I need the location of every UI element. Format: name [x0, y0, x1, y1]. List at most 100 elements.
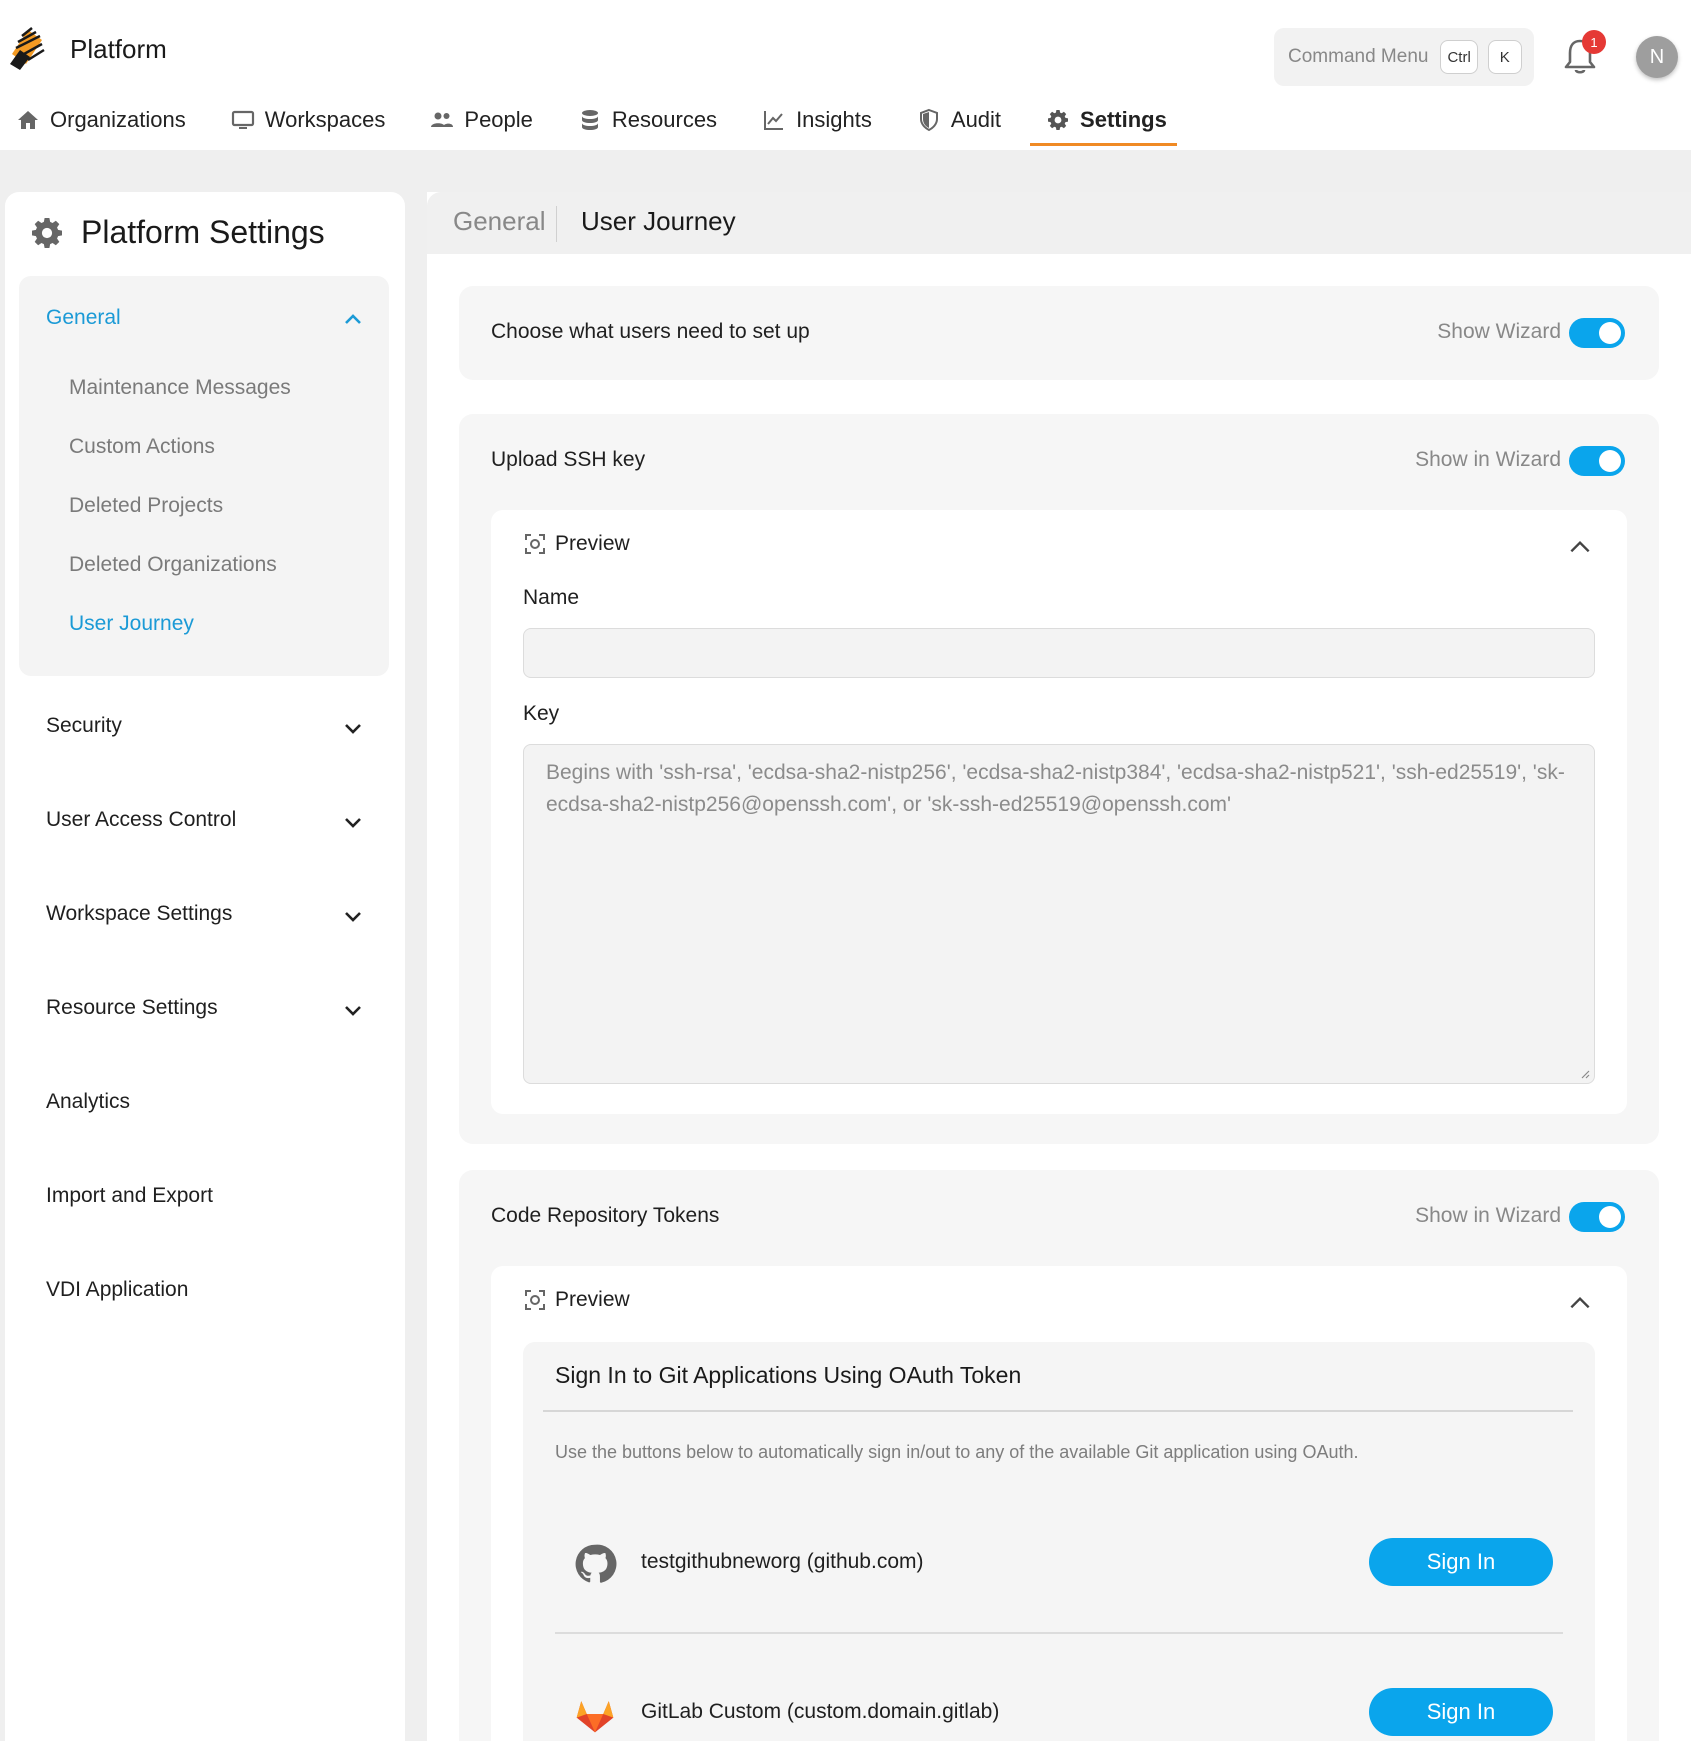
nav-label: Workspaces — [264, 107, 386, 132]
chevron-up-icon[interactable] — [1567, 1290, 1593, 1316]
nav-label: Organizations — [50, 107, 186, 132]
nav-item-insights[interactable]: Insights — [746, 98, 882, 142]
preview-label: Preview — [555, 1288, 630, 1311]
platform-logo-icon[interactable] — [6, 24, 48, 72]
monitor-icon — [231, 110, 254, 129]
setup-card: Choose what users need to set up Show Wi… — [459, 286, 1659, 380]
sidebar-item-deleted-projects[interactable]: Deleted Projects — [69, 494, 223, 518]
shortcut-key-ctrl: Ctrl — [1440, 40, 1478, 74]
sidebar-title: Platform Settings — [29, 214, 325, 251]
sidebar-item-resource-settings[interactable]: Resource Settings — [46, 996, 218, 1020]
chevron-up-icon[interactable] — [341, 308, 365, 332]
ssh-preview-header[interactable]: Preview — [523, 532, 630, 556]
tab-divider — [556, 206, 557, 242]
chevron-down-icon[interactable] — [341, 810, 365, 834]
sidebar-item-maintenance-messages[interactable]: Maintenance Messages — [69, 376, 291, 400]
git-provider-row: testgithubneworg (github.com) Sign In — [555, 1532, 1565, 1592]
ssh-preview-panel: Preview Name Key Begins with 'ssh-rsa', … — [491, 510, 1627, 1114]
nav-item-workspaces[interactable]: Workspaces — [215, 98, 396, 142]
sidebar-item-analytics[interactable]: Analytics — [46, 1090, 130, 1114]
sidebar-item-workspace-settings[interactable]: Workspace Settings — [46, 902, 232, 926]
nav-label: Resources — [611, 107, 718, 132]
github-sign-in-button[interactable]: Sign In — [1369, 1538, 1553, 1586]
notification-count-badge: 1 — [1582, 30, 1606, 54]
people-icon — [431, 112, 454, 127]
shortcut-key-k: K — [1487, 40, 1522, 74]
chevron-down-icon[interactable] — [341, 904, 365, 928]
user-avatar[interactable]: N — [1636, 36, 1678, 78]
show-wizard-toggle[interactable] — [1569, 318, 1625, 348]
sidebar-item-custom-actions[interactable]: Custom Actions — [69, 435, 215, 459]
show-wizard-label: Show Wizard — [1437, 320, 1561, 343]
chevron-down-icon[interactable] — [341, 716, 365, 740]
shield-icon — [919, 108, 938, 132]
ssh-key-textarea[interactable]: Begins with 'ssh-rsa', 'ecdsa-sha2-nistp… — [523, 744, 1595, 1084]
breadcrumb-tabs: General User Journey — [427, 192, 1691, 254]
command-menu-label: Command Menu — [1288, 46, 1429, 67]
sidebar-group-general: General Maintenance Messages Custom Acti… — [19, 276, 389, 676]
top-bar: Platform Command Menu Ctrl K 1 N Organiz… — [0, 0, 1691, 150]
sidebar-item-import-export[interactable]: Import and Export — [46, 1184, 213, 1208]
main-panel: General User Journey Choose what users n… — [427, 192, 1691, 1741]
home-icon — [18, 111, 38, 129]
ssh-key-placeholder: Begins with 'ssh-rsa', 'ecdsa-sha2-nistp… — [546, 761, 1565, 816]
preview-icon — [525, 534, 545, 554]
git-provider-name: testgithubneworg (github.com) — [641, 1550, 924, 1573]
git-signin-description: Use the buttons below to automatically s… — [555, 1442, 1359, 1462]
sidebar-item-security[interactable]: Security — [46, 714, 122, 738]
settings-sidebar: Platform Settings General Maintenance Me… — [5, 192, 405, 1741]
database-icon — [581, 110, 598, 130]
divider — [555, 1632, 1563, 1634]
sidebar-item-user-access-control[interactable]: User Access Control — [46, 808, 236, 832]
app-title: Platform — [70, 34, 167, 64]
nav-label: People — [464, 107, 533, 132]
tab-user-journey[interactable]: User Journey — [581, 206, 736, 237]
divider — [543, 1410, 1573, 1412]
gear-icon — [1048, 110, 1069, 130]
git-provider-name: GitLab Custom (custom.domain.gitlab) — [641, 1700, 1000, 1723]
nav-item-organizations[interactable]: Organizations — [0, 98, 196, 142]
nav-item-settings[interactable]: Settings — [1030, 98, 1177, 146]
chevron-up-icon[interactable] — [1567, 534, 1593, 560]
nav-label: Settings — [1080, 107, 1167, 132]
chevron-down-icon[interactable] — [341, 998, 365, 1022]
github-icon — [575, 1544, 617, 1583]
chart-icon — [764, 111, 784, 130]
show-in-wizard-label: Show in Wizard — [1415, 1204, 1561, 1227]
gitlab-sign-in-button[interactable]: Sign In — [1369, 1688, 1553, 1736]
sidebar-item-deleted-organizations[interactable]: Deleted Organizations — [69, 553, 277, 577]
git-signin-title: Sign In to Git Applications Using OAuth … — [555, 1362, 1022, 1388]
tab-general[interactable]: General — [453, 206, 546, 237]
git-signin-box: Sign In to Git Applications Using OAuth … — [523, 1342, 1595, 1741]
sidebar-title-text: Platform Settings — [81, 214, 325, 250]
tokens-preview-header[interactable]: Preview — [523, 1288, 630, 1312]
nav-label: Audit — [950, 107, 1002, 132]
tokens-show-in-wizard-toggle[interactable] — [1569, 1202, 1625, 1232]
name-label: Name — [523, 586, 580, 609]
ssh-show-in-wizard-toggle[interactable] — [1569, 446, 1625, 476]
nav-label: Insights — [796, 107, 872, 132]
setup-card-label: Choose what users need to set up — [491, 320, 810, 343]
git-provider-row: GitLab Custom (custom.domain.gitlab) Sig… — [555, 1682, 1565, 1741]
gitlab-icon — [576, 1701, 614, 1733]
tokens-preview-panel: Preview Sign In to Git Applications Usin… — [491, 1266, 1627, 1741]
code-repo-tokens-card: Code Repository Tokens Show in Wizard Pr… — [459, 1170, 1659, 1741]
sidebar-item-vdi-application[interactable]: VDI Application — [46, 1278, 188, 1302]
ssh-key-card-label: Upload SSH key — [491, 448, 646, 471]
resize-grip-icon[interactable] — [1578, 1067, 1590, 1079]
ssh-key-card: Upload SSH key Show in Wizard Preview Na… — [459, 414, 1659, 1144]
nav-item-resources[interactable]: Resources — [562, 98, 727, 142]
show-in-wizard-label: Show in Wizard — [1415, 448, 1561, 471]
command-menu-button[interactable]: Command Menu Ctrl K — [1274, 28, 1534, 86]
tokens-card-label: Code Repository Tokens — [491, 1204, 720, 1227]
preview-label: Preview — [555, 532, 630, 555]
preview-icon — [525, 1290, 545, 1310]
ssh-name-input[interactable] — [523, 628, 1595, 678]
nav-item-audit[interactable]: Audit — [901, 98, 1011, 142]
main-nav: Organizations Workspaces People Resource… — [0, 98, 1196, 148]
nav-item-people[interactable]: People — [414, 98, 543, 142]
sidebar-item-general[interactable]: General — [46, 306, 121, 330]
sidebar-item-user-journey[interactable]: User Journey — [69, 612, 194, 636]
key-label: Key — [523, 702, 560, 725]
gear-icon — [32, 217, 62, 248]
